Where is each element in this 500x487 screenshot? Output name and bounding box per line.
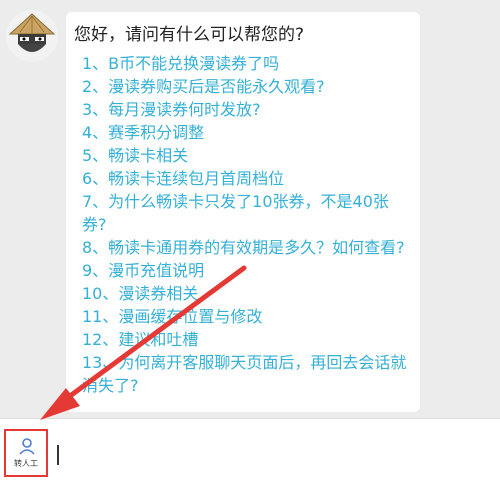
faq-item-2[interactable]: 2、漫读券购买后是否能永久观看? [82, 75, 412, 98]
greeting-text: 您好，请问有什么可以帮您的? [74, 25, 305, 45]
input-bar: 转人工 [0, 418, 500, 487]
straw-hat-avatar-icon [6, 10, 58, 62]
faq-item-13[interactable]: 13、为何离开客服聊天页面后，再回去会话就消失了? [82, 351, 412, 397]
faq-item-10[interactable]: 10、漫读券相关 [82, 282, 412, 305]
faq-item-9[interactable]: 9、漫币充值说明 [82, 259, 412, 282]
faq-item-4[interactable]: 4、赛季积分调整 [82, 121, 412, 144]
faq-message-bubble: 您好，请问有什么可以帮您的? 1、B币不能兑换漫读券了吗 2、漫读券购买后是否能… [66, 12, 420, 412]
faq-item-1[interactable]: 1、B币不能兑换漫读券了吗 [82, 52, 412, 75]
faq-item-5[interactable]: 5、畅读卡相关 [82, 144, 412, 167]
faq-item-6[interactable]: 6、畅读卡连续包月首周档位 [82, 167, 412, 190]
faq-item-7[interactable]: 7、为什么畅读卡只发了10张券，不是40张券? [82, 190, 412, 236]
faq-item-11[interactable]: 11、漫画缓存位置与修改 [82, 305, 412, 328]
message-input[interactable] [56, 427, 496, 481]
faq-item-3[interactable]: 3、每月漫读券何时发放? [82, 98, 412, 121]
faq-list: 1、B币不能兑换漫读券了吗 2、漫读券购买后是否能永久观看? 3、每月漫读券何时… [82, 52, 412, 397]
transfer-to-agent-label: 转人工 [14, 459, 38, 468]
faq-item-8[interactable]: 8、畅读卡通用券的有效期是多久？如何查看? [82, 236, 412, 259]
faq-item-12[interactable]: 12、建议和吐槽 [82, 328, 412, 351]
chat-screen: 您好，请问有什么可以帮您的? 1、B币不能兑换漫读券了吗 2、漫读券购买后是否能… [0, 0, 500, 487]
transfer-to-agent-button[interactable]: 转人工 [4, 429, 48, 477]
text-cursor [57, 445, 59, 465]
person-icon [19, 438, 35, 455]
